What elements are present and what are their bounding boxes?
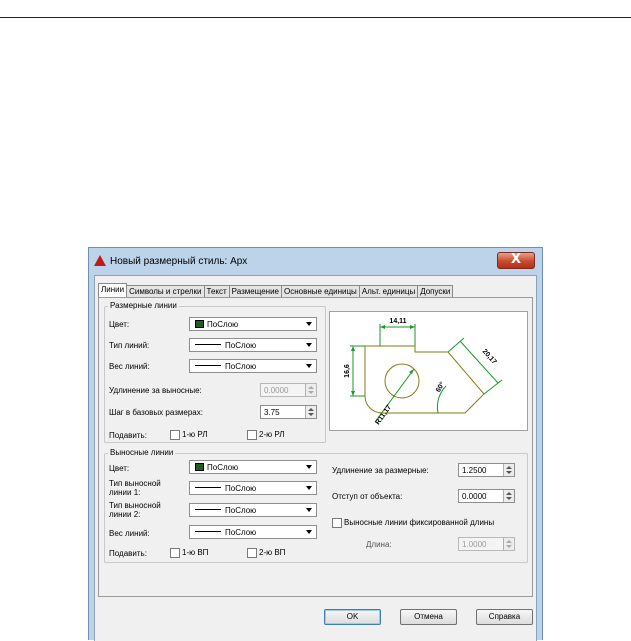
preview-object-outline — [364, 345, 485, 414]
preview-dim-top: 14,11 — [389, 318, 406, 325]
chevron-down-icon — [306, 486, 312, 490]
preview-dim-left: 16,6 — [344, 364, 351, 378]
spin-down-icon — [308, 391, 314, 394]
dialog-title: Новый размерный стиль: Арх — [110, 256, 248, 267]
chevron-down-icon — [306, 343, 312, 347]
tab-text[interactable]: Текст — [203, 285, 230, 297]
spin-down-icon — [506, 497, 512, 500]
group-title-dimension-lines: Размерные линии — [108, 301, 179, 310]
preview-dim-radius: R11,17 — [375, 404, 394, 426]
ok-button[interactable]: OK — [324, 609, 381, 625]
tab-symbols-arrows[interactable]: Символы и стрелки — [126, 285, 205, 297]
ext-linetype2-label: Тип выносной линии 2: — [109, 501, 161, 519]
dim-extend-spinner[interactable]: 0.0000 — [260, 383, 317, 397]
preview-arrowheads — [351, 325, 415, 396]
tab-alternate-units[interactable]: Альт. единицы — [358, 285, 419, 297]
dim-color-label: Цвет: — [109, 320, 130, 329]
dim-linetype-select[interactable]: ПоСлою — [189, 338, 317, 352]
tab-tolerances[interactable]: Допуски — [417, 285, 454, 297]
line-sample-icon — [195, 344, 221, 345]
spin-up-icon — [506, 492, 512, 495]
dim-lineweight-label: Вес линий: — [109, 362, 150, 371]
spin-down-icon — [506, 545, 512, 548]
title-bar[interactable]: Новый размерный стиль: Арх X — [89, 248, 542, 275]
chevron-down-icon — [306, 465, 312, 469]
ext-beyond-label: Удлинение за размерные: — [332, 466, 429, 475]
chevron-down-icon — [306, 364, 312, 368]
chevron-down-icon — [306, 322, 312, 326]
ext-suppress-label: Подавить: — [109, 549, 147, 558]
ext-linetype2-select[interactable]: ПоСлою — [189, 503, 317, 517]
ext-lineweight-label: Вес линий: — [109, 529, 150, 538]
spin-down-icon — [506, 471, 512, 474]
ext-length-label: Длина: — [366, 540, 392, 549]
spin-down-icon — [308, 413, 314, 416]
tab-fit[interactable]: Размещение — [228, 285, 282, 297]
color-swatch-icon — [195, 320, 204, 328]
line-sample-icon — [195, 365, 221, 366]
line-sample-icon — [195, 531, 221, 532]
spin-up-icon — [308, 386, 314, 389]
ext-color-label: Цвет: — [109, 464, 130, 473]
dialog-client-area: Линии Символы и стрелки Текст Размещение… — [94, 275, 537, 641]
preview-dim-angle: 60° — [434, 380, 446, 393]
line-sample-icon — [195, 487, 221, 488]
preview-dimension-lines — [350, 324, 503, 423]
preview-image: 14,11 16,6 20,17 60° R11,17 — [329, 311, 528, 431]
preview-drawing: 14,11 16,6 20,17 60° R11,17 — [344, 318, 503, 426]
ext-offset-label: Отступ от объекта: — [332, 492, 403, 501]
group-title-extension-lines: Выносные линии — [108, 448, 176, 457]
ext-beyond-spinner[interactable]: 1.2500 — [458, 463, 515, 477]
dim-linetype-label: Тип линий: — [109, 341, 150, 350]
page-top-rule — [0, 17, 631, 18]
line-sample-icon — [195, 509, 221, 510]
dim-extend-label: Удлинение за выносные: — [109, 386, 202, 395]
ext-length-spinner[interactable]: 1.0000 — [458, 537, 515, 551]
ext-linetype1-label: Тип выносной линии 1: — [109, 479, 161, 497]
ext-lineweight-select[interactable]: ПоСлою — [189, 525, 317, 539]
spin-up-icon — [308, 408, 314, 411]
spin-up-icon — [506, 466, 512, 469]
dim-baseline-label: Шаг в базовых размерах: — [109, 408, 203, 417]
dim-color-select[interactable]: ПоСлою — [189, 317, 317, 331]
dim-lineweight-select[interactable]: ПоСлою — [189, 359, 317, 373]
tab-lines[interactable]: Линии — [98, 283, 128, 297]
tab-panel-lines: Размерные линии Цвет: ПоСлою Тип линий: … — [98, 297, 533, 597]
spin-up-icon — [506, 540, 512, 543]
chevron-down-icon — [306, 530, 312, 534]
ext-linetype1-select[interactable]: ПоСлою — [189, 481, 317, 495]
preview-dim-right: 20,17 — [481, 348, 498, 366]
dim-suppress-label: Подавить: — [109, 431, 147, 440]
color-swatch-icon — [195, 463, 204, 471]
tab-primary-units[interactable]: Основные единицы — [281, 285, 360, 297]
chevron-down-icon — [306, 508, 312, 512]
help-button[interactable]: Справка — [476, 609, 533, 625]
app-logo-icon — [94, 255, 106, 266]
close-icon: X — [510, 252, 522, 267]
close-button[interactable]: X — [497, 252, 535, 269]
cancel-button[interactable]: Отмена — [400, 609, 457, 625]
dim-baseline-spinner[interactable]: 3.75 — [260, 405, 317, 419]
ext-offset-spinner[interactable]: 0.0000 — [458, 489, 515, 503]
dimension-style-dialog: Новый размерный стиль: Арх X Линии Симво… — [88, 247, 543, 641]
ext-color-select[interactable]: ПоСлою — [189, 460, 317, 474]
